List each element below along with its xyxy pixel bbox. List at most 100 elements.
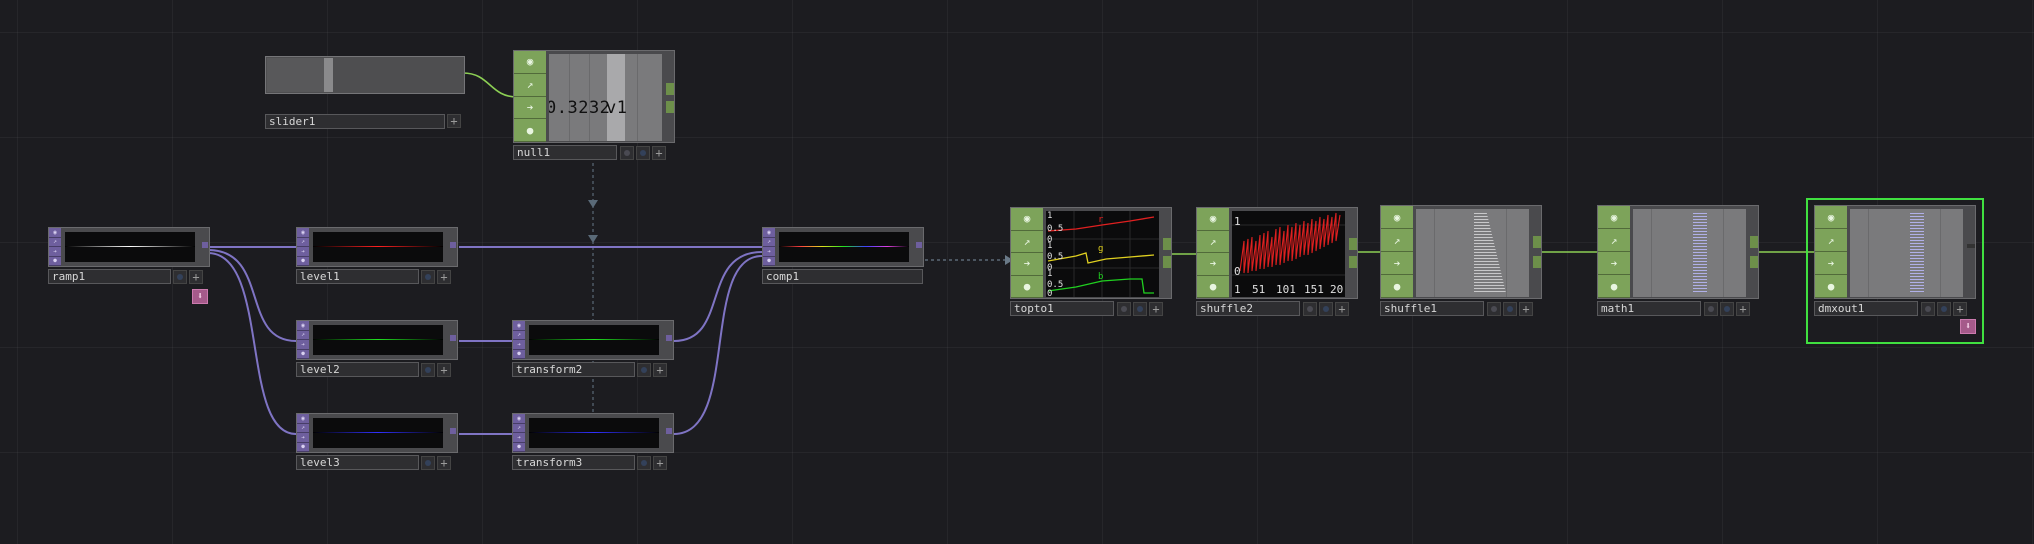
output-port[interactable] [1750, 236, 1758, 248]
output-port[interactable] [916, 242, 922, 248]
graph-icon[interactable]: ↗ [1381, 229, 1413, 252]
flag-dot-icon[interactable] [1319, 301, 1333, 316]
node-label[interactable]: level1 [296, 269, 419, 284]
output-port[interactable] [1163, 238, 1171, 250]
flag-dot-icon[interactable] [1503, 301, 1517, 316]
output-port[interactable] [666, 83, 674, 95]
flag-dot-icon[interactable] [637, 362, 651, 377]
viewer-icon[interactable]: ◉ [1197, 208, 1229, 231]
flag-dot-icon[interactable] [1937, 301, 1951, 316]
plus-icon[interactable] [653, 362, 667, 377]
output-port[interactable] [1163, 256, 1171, 268]
output-port[interactable] [450, 242, 456, 248]
viewer-icon[interactable]: ◉ [1011, 208, 1043, 231]
viewer-icon[interactable]: ◉ [49, 228, 61, 238]
node-level2[interactable]: ◉ ↗ ➔ ● level2 [296, 320, 458, 380]
node-label[interactable]: level2 [296, 362, 419, 377]
node-shuffle2[interactable]: ◉ ↗ ➔ ● 1 0 1 51 101 151 20 shuffle2 [1196, 207, 1358, 319]
arrow-right-icon[interactable]: ➔ [1381, 252, 1413, 275]
node-dmxout1[interactable]: ◉↗➔● dmxout1 ⬇ [1814, 205, 1976, 339]
arrow-right-icon[interactable]: ➔ [763, 247, 775, 257]
plus-icon[interactable] [437, 455, 451, 470]
output-port[interactable] [202, 242, 208, 248]
graph-icon[interactable]: ↗ [297, 330, 309, 340]
flag-dot-icon[interactable] [620, 145, 634, 160]
export-icon[interactable]: ● [513, 349, 525, 359]
node-null1[interactable]: ◉ ↗ ➔ ● 0.3232 v1 null1 [513, 50, 675, 164]
network-editor[interactable]: slider1 ◉ ↗ ➔ ● 0.3232 v1 null1 [0, 0, 2034, 544]
output-port[interactable] [1533, 256, 1541, 268]
node-label[interactable]: transform3 [512, 455, 635, 470]
arrow-right-icon[interactable]: ➔ [1197, 253, 1229, 276]
plus-icon[interactable] [1335, 301, 1349, 316]
slider-panel[interactable] [265, 56, 465, 94]
arrow-right-icon[interactable]: ➔ [514, 96, 546, 120]
down-arrow-icon[interactable]: ⬇ [1960, 319, 1976, 334]
export-icon[interactable]: ● [1011, 275, 1043, 298]
graph-icon[interactable]: ↗ [1815, 229, 1847, 252]
node-label[interactable]: comp1 [762, 269, 923, 284]
plus-icon[interactable] [437, 362, 451, 377]
flag-dot-icon[interactable] [636, 145, 650, 160]
node-shuffle1[interactable]: ◉ ↗ ➔ ● shuffle1 [1380, 205, 1542, 319]
graph-icon[interactable]: ↗ [763, 237, 775, 247]
plus-icon[interactable] [189, 269, 203, 284]
output-port[interactable] [1349, 238, 1357, 250]
node-level1[interactable]: ◉ ↗ ➔ ● level1 [296, 227, 458, 287]
arrow-right-icon[interactable]: ➔ [513, 433, 525, 443]
plus-icon[interactable] [653, 455, 667, 470]
plus-icon[interactable] [652, 145, 666, 160]
viewer-icon[interactable]: ◉ [297, 321, 309, 331]
arrow-right-icon[interactable]: ➔ [297, 433, 309, 443]
graph-icon[interactable]: ↗ [297, 237, 309, 247]
graph-icon[interactable]: ↗ [513, 330, 525, 340]
output-port[interactable] [450, 335, 456, 341]
output-port[interactable] [666, 101, 674, 113]
viewer-icon[interactable]: ◉ [514, 51, 546, 74]
output-port[interactable] [666, 335, 672, 341]
export-icon[interactable]: ● [513, 442, 525, 452]
export-icon[interactable]: ● [1197, 275, 1229, 298]
node-label[interactable]: shuffle2 [1196, 301, 1300, 316]
node-label[interactable]: shuffle1 [1380, 301, 1484, 316]
flag-dot-icon[interactable] [421, 362, 435, 377]
graph-icon[interactable]: ↗ [1598, 229, 1630, 252]
plus-icon[interactable] [1953, 301, 1967, 316]
node-transform3[interactable]: ◉ ↗ ➔ ● transform3 [512, 413, 674, 473]
viewer-icon[interactable]: ◉ [763, 228, 775, 238]
graph-icon[interactable]: ↗ [514, 73, 546, 97]
node-slider1[interactable]: slider1 [265, 56, 465, 131]
output-port[interactable] [666, 428, 672, 434]
slider-handle[interactable] [324, 58, 333, 92]
output-port[interactable] [1750, 256, 1758, 268]
export-icon[interactable]: ● [514, 119, 546, 142]
node-label[interactable]: dmxout1 [1814, 301, 1918, 316]
export-icon[interactable]: ● [297, 256, 309, 266]
viewer-icon[interactable]: ◉ [1598, 206, 1630, 229]
viewer-icon[interactable]: ◉ [1815, 206, 1847, 229]
flag-dot-icon[interactable] [1133, 301, 1147, 316]
node-transform2[interactable]: ◉ ↗ ➔ ● transform2 [512, 320, 674, 380]
node-ramp1[interactable]: ◉↗➔● ramp1 ⬇ [48, 227, 210, 304]
export-icon[interactable]: ● [763, 256, 775, 266]
plus-icon[interactable] [1519, 301, 1533, 316]
node-label[interactable]: null1 [513, 145, 617, 160]
arrow-right-icon[interactable]: ➔ [1815, 252, 1847, 275]
plus-icon[interactable] [437, 269, 451, 284]
graph-icon[interactable]: ↗ [297, 423, 309, 433]
node-label[interactable]: slider1 [265, 114, 445, 129]
viewer-icon[interactable]: ◉ [1381, 206, 1413, 229]
arrow-right-icon[interactable]: ➔ [1011, 253, 1043, 276]
graph-icon[interactable]: ↗ [513, 423, 525, 433]
viewer-icon[interactable]: ◉ [297, 228, 309, 238]
node-label[interactable]: level3 [296, 455, 419, 470]
arrow-right-icon[interactable]: ➔ [297, 247, 309, 257]
output-port[interactable] [1967, 244, 1975, 248]
node-math1[interactable]: ◉ ↗ ➔ ● math1 [1597, 205, 1759, 319]
export-icon[interactable]: ● [1598, 275, 1630, 298]
viewer-icon[interactable]: ◉ [513, 414, 525, 424]
node-label[interactable]: ramp1 [48, 269, 171, 284]
node-topto1[interactable]: ◉ ↗ ➔ ● 1 0.5 0 1 0.5 0 1 0.5 0 r g b to… [1010, 207, 1172, 319]
plus-icon[interactable] [1149, 301, 1163, 316]
plus-icon[interactable] [1736, 301, 1750, 316]
